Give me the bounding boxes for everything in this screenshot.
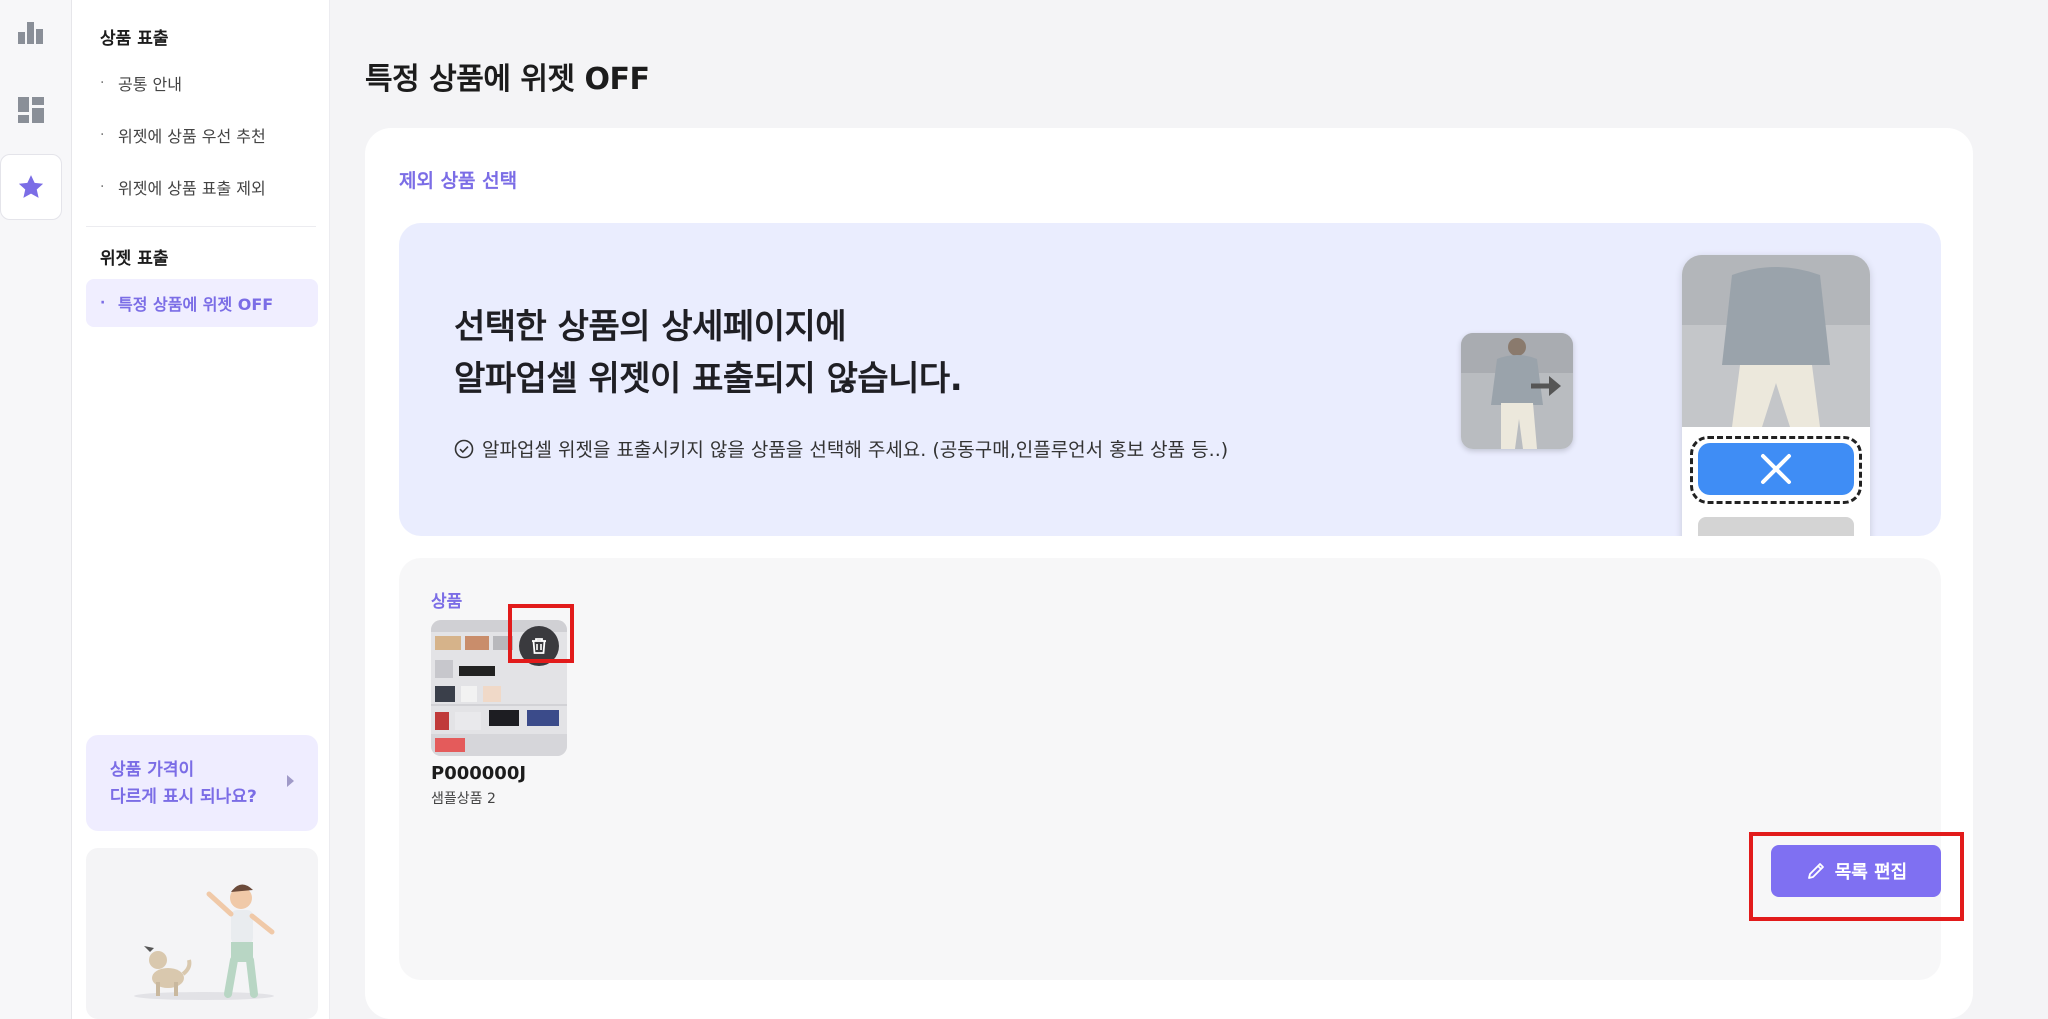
star-icon[interactable] [0,154,62,220]
illustration-card [86,848,318,1019]
sidebar: 상품 표출 · 공통 안내 · 위젯에 상품 우선 추천 · 위젯에 상품 표출… [72,0,330,1019]
icon-rail [0,0,72,1019]
info-banner: 선택한 상품의 상세페이지에 알파업셀 위젯이 표출되지 않습니다. 알파업셀 … [399,223,1941,536]
close-icon [1698,443,1854,495]
person-dog-illustration [134,884,275,1000]
main-panel: 제외 상품 선택 선택한 상품의 상세페이지에 알파업셀 위젯이 표출되지 않습… [365,128,1973,1019]
sidebar-item-common-guide[interactable]: · 공통 안내 [86,59,318,107]
divider [86,226,316,227]
banner-heading-line: 알파업셀 위젯이 표출되지 않습니다. [454,359,963,399]
banner-note-text: 알파업셀 위젯을 표출시키지 않을 상품을 선택해 주세요. (공동구매,인플루… [482,439,1229,461]
sidebar-item-label: 위젯에 상품 표출 제외 [118,179,266,198]
pencil-icon [1807,863,1824,879]
sidebar-item-label: 특정 상품에 위젯 OFF [118,295,274,314]
sidebar-item-label: 공통 안내 [118,75,182,94]
banner-heading: 선택한 상품의 상세페이지에 알파업셀 위젯이 표출되지 않습니다. [454,301,963,405]
product-code: P000000J [431,763,527,784]
dashboard-icon[interactable] [0,77,62,143]
sidebar-item-widget-off[interactable]: · 특정 상품에 위젯 OFF [86,279,318,327]
highlight-box [508,604,574,663]
sidebar-section-title: 위젯 표출 [100,249,169,269]
bullet-icon: · [100,179,105,195]
product-section-label: 상품 [431,592,463,612]
chevron-right-icon [287,775,294,787]
help-card-line: 다르게 표시 되나요? [110,787,257,807]
edit-list-label: 목록 편집 [1834,862,1908,883]
page-title: 특정 상품에 위젯 OFF [365,62,650,97]
sidebar-section-title: 상품 표출 [100,29,169,49]
check-circle-icon [454,439,474,458]
section-label: 제외 상품 선택 [399,170,518,192]
edit-list-button[interactable]: 목록 편집 [1771,845,1941,897]
sidebar-item-priority-recommend[interactable]: · 위젯에 상품 우선 추천 [86,111,318,159]
phone-mockup [1682,255,1870,536]
sidebar-item-label: 위젯에 상품 우선 추천 [118,127,266,146]
sidebar-item-exclude-products[interactable]: · 위젯에 상품 표출 제외 [86,163,318,211]
bullet-icon: · [100,295,106,311]
banner-heading-line: 선택한 상품의 상세페이지에 [454,307,847,347]
banner-note: 알파업셀 위젯을 표출시키지 않을 상품을 선택해 주세요. (공동구매,인플루… [454,435,1228,462]
product-name: 샘플상품 2 [431,791,496,807]
arrow-right-icon [1531,376,1561,396]
bullet-icon: · [100,75,105,91]
product-list-section: 상품 P000000J 샘플상품 2 목록 편집 [399,558,1964,980]
bar-chart-icon[interactable] [0,0,62,66]
placeholder-bar [1698,517,1854,536]
price-help-card[interactable]: 상품 가격이 다르게 표시 되나요? [86,735,318,831]
bullet-icon: · [100,127,105,143]
